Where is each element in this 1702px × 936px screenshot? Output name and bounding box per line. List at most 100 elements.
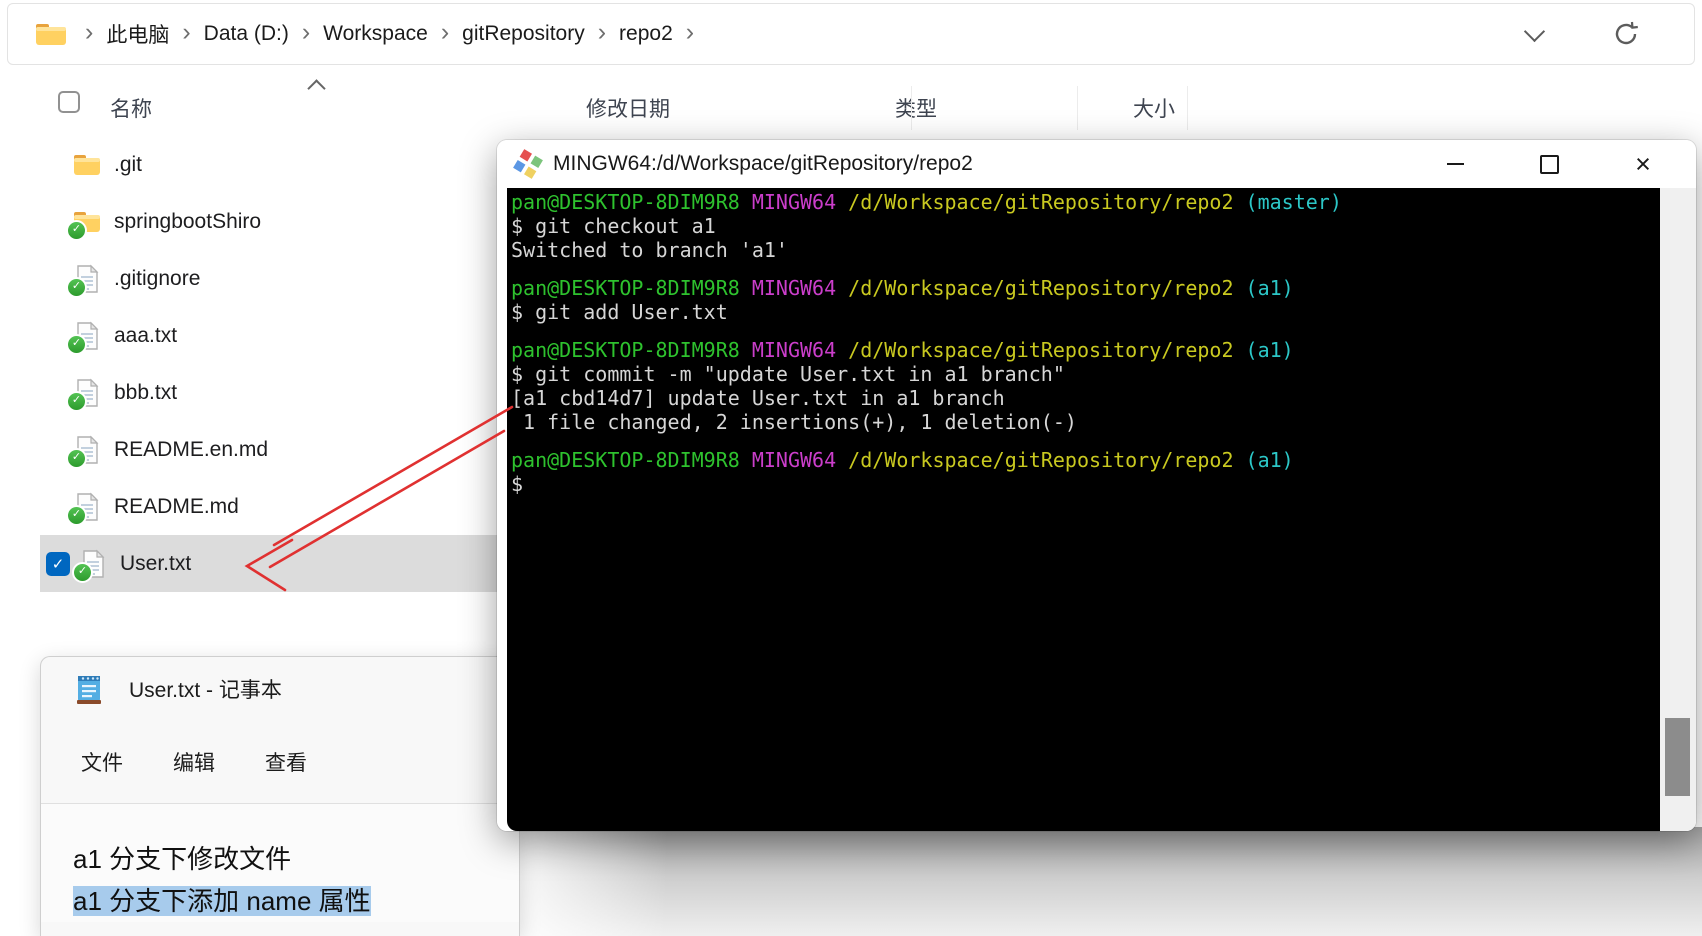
git-check-badge-icon: ✓ [66, 391, 87, 412]
terminal-text [836, 338, 848, 362]
git-bash-window: MINGW64:/d/Workspace/gitRepository/repo2… [497, 140, 1696, 831]
terminal-text: (master) [1246, 190, 1342, 214]
terminal-text: (a1) [1246, 338, 1294, 362]
file-row-README.md[interactable]: ✓README.md [40, 478, 518, 535]
column-header-name[interactable]: 名称 [110, 93, 152, 123]
checkbox-checked-icon[interactable]: ✓ [46, 552, 70, 576]
menu-查看[interactable]: 查看 [251, 747, 321, 777]
notepad-icon [75, 673, 103, 705]
file-list-header: 名称 修改日期 类型 大小 [0, 78, 1694, 136]
column-divider [1077, 86, 1078, 130]
git-check-badge-icon: ✓ [66, 505, 87, 526]
file-row-bbb.txt[interactable]: ✓bbb.txt [40, 364, 518, 421]
terminal-scrollbar[interactable] [1660, 188, 1696, 831]
terminal-console[interactable]: pan@DESKTOP-8DIM9R8 MINGW64 /d/Workspace… [507, 188, 1660, 831]
menu-编辑[interactable]: 编辑 [159, 747, 229, 777]
explorer-address-bar[interactable]: ›此电脑›Data (D:)›Workspace›gitRepository›r… [7, 3, 1695, 65]
terminal-line: $ [511, 472, 1660, 496]
terminal-text [1233, 276, 1245, 300]
breadcrumb: ›此电脑›Data (D:)›Workspace›gitRepository›r… [72, 18, 707, 50]
folder-icon [34, 20, 68, 48]
terminal-text: (a1) [1246, 276, 1294, 300]
check-icon: ✓ [52, 555, 65, 573]
terminal-text: pan@DESKTOP-8DIM9R8 [511, 190, 740, 214]
notepad-window: User.txt - 记事本 文件编辑查看 a1 分支下修改文件 a1 分支下添加… [40, 656, 520, 936]
notepad-text: a1 分支下修改文件 [73, 844, 291, 874]
file-row-User.txt[interactable]: ✓ ✓ User.txt [40, 535, 518, 592]
notepad-title-bar: User.txt - 记事本 [41, 657, 519, 721]
column-header-size[interactable]: 大小 [1133, 93, 1175, 123]
maximize-icon [1540, 155, 1559, 174]
terminal-text: (a1) [1246, 448, 1294, 472]
terminal-text: pan@DESKTOP-8DIM9R8 [511, 276, 740, 300]
file-icon: ✓ [72, 435, 102, 465]
file-icon: ✓ [72, 264, 102, 294]
breadcrumb-separator-icon: › [441, 18, 449, 47]
address-bar-actions [1527, 20, 1668, 48]
file-name-label: springbootShiro [114, 210, 261, 234]
terminal-text [740, 338, 752, 362]
file-name-label: User.txt [120, 552, 191, 576]
terminal-line: pan@DESKTOP-8DIM9R8 MINGW64 /d/Workspace… [511, 448, 1660, 472]
breadcrumb-item-Data (D:)[interactable]: Data (D:) [204, 22, 289, 46]
git-check-badge-icon: ✓ [66, 277, 87, 298]
terminal-text: MINGW64 [752, 190, 836, 214]
breadcrumb-item-gitRepository[interactable]: gitRepository [462, 22, 585, 46]
column-header-type[interactable]: 类型 [895, 93, 937, 123]
terminal-text: /d/Workspace/gitRepository/repo2 [848, 448, 1233, 472]
breadcrumb-item-此电脑[interactable]: 此电脑 [106, 19, 169, 49]
column-header-date-modified[interactable]: 修改日期 [586, 93, 670, 123]
column-divider [1187, 86, 1188, 130]
column-divider [911, 86, 912, 130]
refresh-icon[interactable] [1612, 20, 1640, 48]
terminal-text: /d/Workspace/gitRepository/repo2 [848, 338, 1233, 362]
file-name-label: .gitignore [114, 267, 200, 291]
terminal-text: /d/Workspace/gitRepository/repo2 [848, 276, 1233, 300]
breadcrumb-separator-icon: › [302, 18, 310, 47]
git-check-badge-icon: ✓ [66, 220, 87, 241]
terminal-line: $ git add User.txt [511, 300, 1660, 324]
file-row-.git[interactable]: .git [40, 136, 518, 193]
file-icon: ✓ [72, 321, 102, 351]
terminal-line [511, 434, 1660, 448]
terminal-text: $ git add User.txt [511, 300, 728, 324]
close-button[interactable]: × [1596, 142, 1690, 186]
minimize-button[interactable] [1408, 142, 1502, 186]
terminal-text: $ git checkout a1 [511, 214, 716, 238]
file-row-springbootShiro[interactable]: ✓ springbootShiro [40, 193, 518, 250]
terminal-line: 1 file changed, 2 insertions(+), 1 delet… [511, 410, 1660, 434]
breadcrumb-item-Workspace[interactable]: Workspace [323, 22, 428, 46]
terminal-body: pan@DESKTOP-8DIM9R8 MINGW64 /d/Workspace… [497, 188, 1696, 831]
terminal-line: [a1 cbd14d7] update User.txt in a1 branc… [511, 386, 1660, 410]
terminal-text: MINGW64 [752, 276, 836, 300]
terminal-line: pan@DESKTOP-8DIM9R8 MINGW64 /d/Workspace… [511, 190, 1660, 214]
file-row-README.en.md[interactable]: ✓README.en.md [40, 421, 518, 478]
scrollbar-thumb[interactable] [1665, 718, 1690, 796]
maximize-button[interactable] [1502, 142, 1596, 186]
terminal-line: $ git commit -m "update User.txt in a1 b… [511, 362, 1660, 386]
minimize-icon [1447, 163, 1464, 165]
file-row-.gitignore[interactable]: ✓ .gitignore [40, 250, 518, 307]
breadcrumb-separator-icon: › [686, 18, 694, 47]
select-all-checkbox[interactable] [58, 91, 80, 113]
terminal-text: pan@DESKTOP-8DIM9R8 [511, 338, 740, 362]
file-icon: ✓ [78, 549, 108, 579]
close-icon: × [1635, 151, 1651, 178]
terminal-text: pan@DESKTOP-8DIM9R8 [511, 448, 740, 472]
file-row-aaa.txt[interactable]: ✓aaa.txt [40, 307, 518, 364]
terminal-line: pan@DESKTOP-8DIM9R8 MINGW64 /d/Workspace… [511, 338, 1660, 362]
breadcrumb-separator-icon: › [182, 18, 190, 47]
terminal-text: $ [511, 472, 523, 496]
terminal-text [740, 448, 752, 472]
breadcrumb-item-repo2[interactable]: repo2 [619, 22, 673, 46]
git-check-badge-icon: ✓ [66, 334, 87, 355]
notepad-text-line: a1 分支下添加 name 属性 [73, 880, 519, 922]
terminal-text: MINGW64 [752, 448, 836, 472]
terminal-line [511, 262, 1660, 276]
menu-文件[interactable]: 文件 [67, 747, 137, 777]
terminal-text [836, 190, 848, 214]
file-name-label: .git [114, 153, 142, 177]
terminal-text [836, 448, 848, 472]
notepad-text-area[interactable]: a1 分支下修改文件 a1 分支下添加 name 属性 [41, 804, 519, 922]
chevron-down-icon[interactable] [1524, 20, 1545, 41]
